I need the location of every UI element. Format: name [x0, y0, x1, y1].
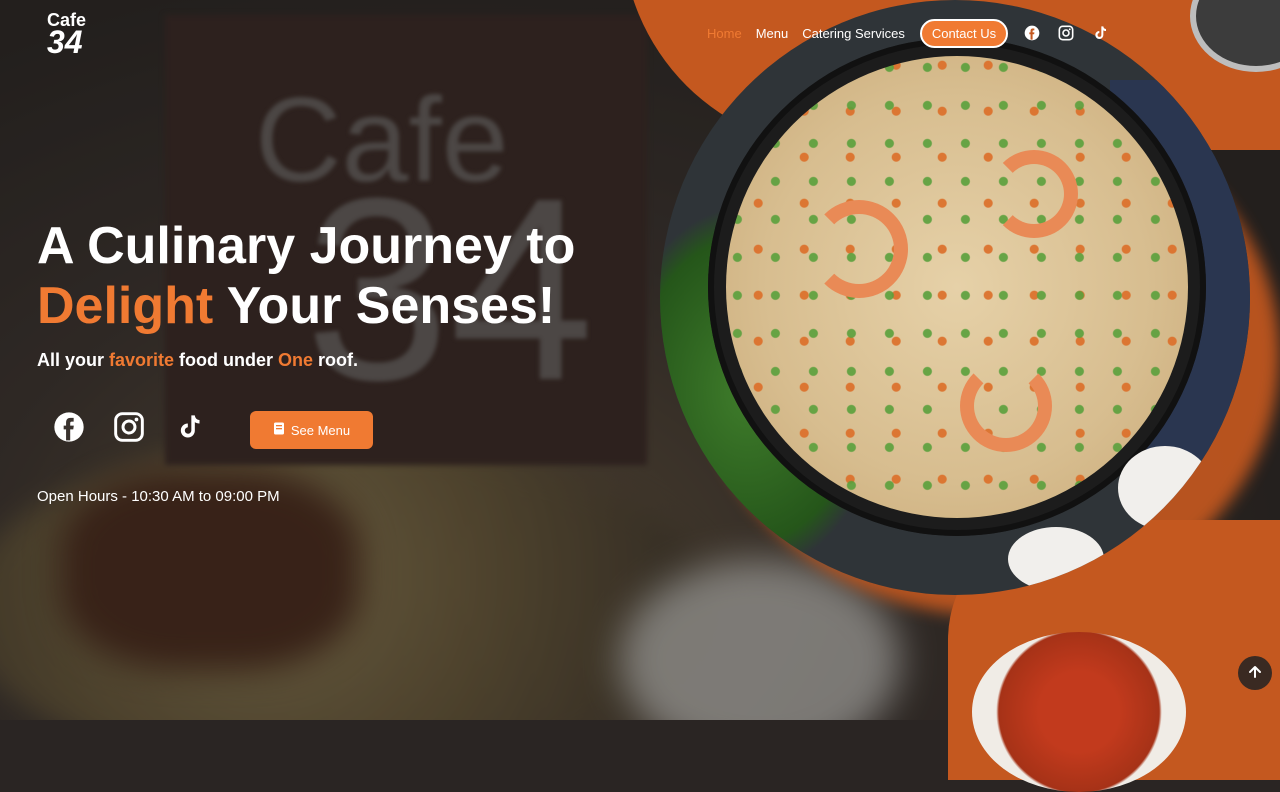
see-menu-label: See Menu [290, 422, 351, 438]
subtitle-text: All your [37, 350, 110, 370]
instagram-icon[interactable] [112, 410, 146, 444]
subtitle-text: food under [174, 350, 279, 370]
main-nav: Home Menu Catering Services Contact Us [700, 18, 1110, 48]
instagram-icon[interactable] [1056, 23, 1076, 43]
scroll-to-top-button[interactable] [1238, 656, 1272, 690]
egg [1118, 446, 1212, 530]
shrimp [960, 360, 1052, 452]
nav-menu[interactable]: Menu [756, 26, 789, 41]
subtitle-accent: One [278, 350, 314, 370]
site-logo[interactable]: Cafe 34 [47, 11, 86, 61]
hero-dish-image [660, 0, 1250, 595]
fried-rice [726, 56, 1188, 518]
logo-line2: 34 [47, 24, 83, 61]
dish-bowl-bottom [972, 632, 1186, 792]
nav-catering-services[interactable]: Catering Services [802, 26, 905, 41]
shrimp [990, 150, 1078, 238]
tiktok-icon[interactable] [172, 410, 206, 444]
hero-subtitle: All your favorite food under One roof. [37, 350, 358, 371]
nav-home[interactable]: Home [707, 26, 742, 41]
egg [1008, 527, 1104, 591]
hero-title-rest: Your Senses! [213, 277, 556, 335]
hero-title-line1: A Culinary Journey to [37, 217, 576, 275]
facebook-icon[interactable] [1022, 23, 1042, 43]
see-menu-button[interactable]: See Menu [250, 411, 373, 449]
subtitle-accent: favorite [109, 350, 175, 370]
facebook-icon[interactable] [52, 410, 86, 444]
hero-social-links [52, 410, 206, 444]
shrimp [810, 200, 908, 298]
menu-book-icon [273, 422, 285, 438]
hero-title: A Culinary Journey to Delight Your Sense… [37, 216, 575, 336]
contact-us-button[interactable]: Contact Us [919, 18, 1009, 48]
subtitle-text: roof. [313, 350, 359, 370]
hero-title-accent: Delight [37, 277, 214, 335]
tiktok-icon[interactable] [1090, 23, 1110, 43]
open-hours: Open Hours - 10:30 AM to 09:00 PM [37, 488, 280, 505]
arrow-up-icon [1248, 664, 1262, 683]
